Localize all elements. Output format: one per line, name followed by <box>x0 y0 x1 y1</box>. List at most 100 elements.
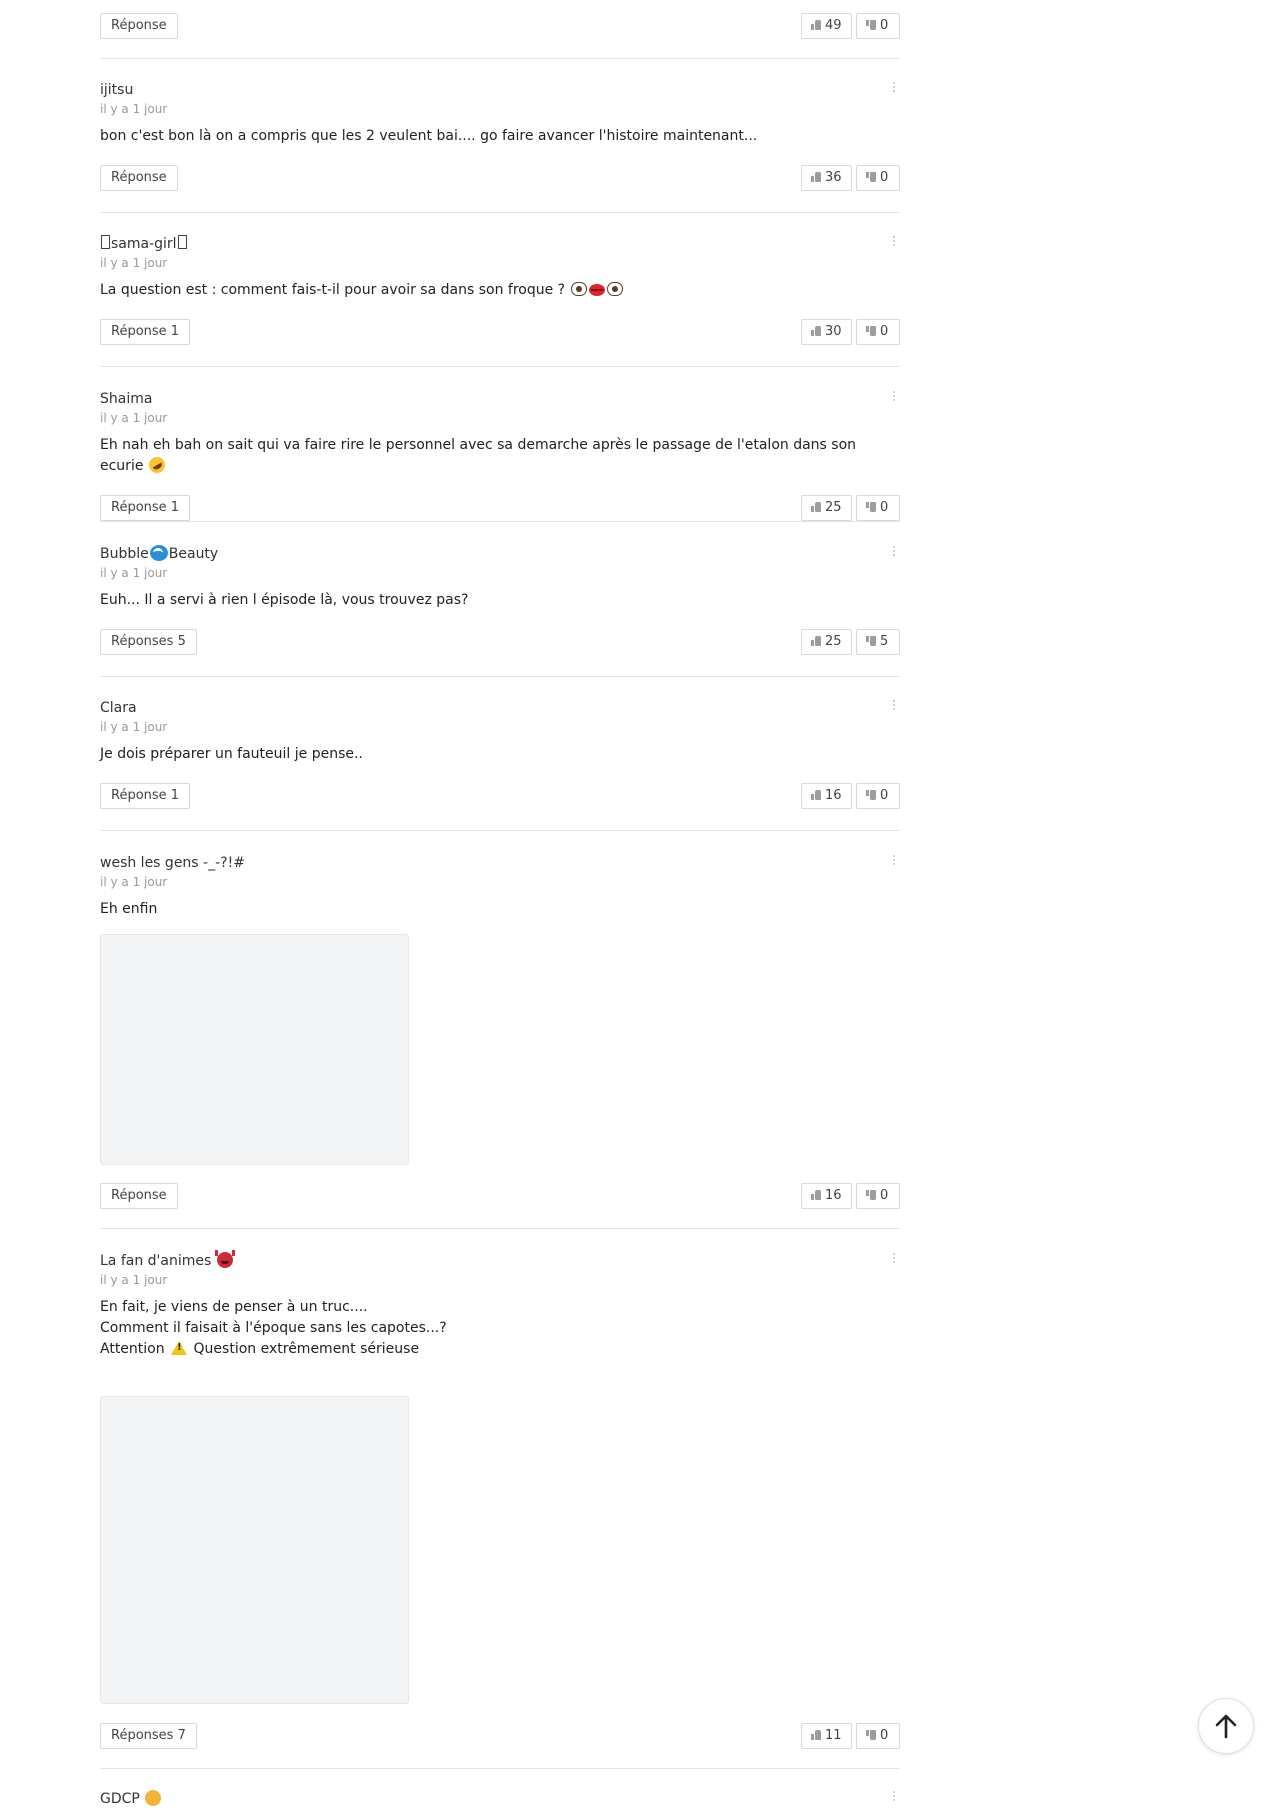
dislike-button[interactable]: 0 <box>856 165 900 191</box>
comment-author[interactable]: Clara <box>100 700 137 716</box>
more-options-icon[interactable] <box>888 1252 900 1266</box>
comment-actions: Réponses 5 25 5 <box>100 629 900 655</box>
back-to-top-button[interactable] <box>1198 1698 1254 1754</box>
comment-actions: Réponse 36 0 <box>100 165 900 191</box>
comment-timestamp: il y a 1 jour <box>100 566 168 580</box>
comment-text: Je dois préparer un fauteuil je pense.. <box>100 746 363 762</box>
wave-emoji-icon <box>149 545 168 561</box>
dislike-count: 0 <box>880 18 889 33</box>
arrow-up-icon <box>1215 1714 1237 1739</box>
comment-item: ijitsu il y a 1 jour bon c'est bon là on… <box>100 79 900 191</box>
cat-emoji-icon <box>145 1790 162 1806</box>
comment-timestamp: il y a 1 jour <box>100 720 168 734</box>
dislike-count: 5 <box>880 634 889 649</box>
thumbs-down-icon <box>866 1730 877 1740</box>
like-button[interactable]: 11 <box>801 1723 852 1749</box>
thumbs-up-icon <box>811 172 822 182</box>
reply-button[interactable]: Réponse 1 <box>100 319 191 345</box>
comment-author[interactable]: La fan d'animes <box>100 1250 235 1269</box>
like-count: 25 <box>825 500 842 515</box>
like-count: 49 <box>825 18 842 33</box>
thumbs-down-icon <box>866 636 877 646</box>
divider <box>100 366 900 367</box>
dislike-button[interactable]: 0 <box>856 783 900 809</box>
divider <box>100 58 900 59</box>
comment-item: sama-girl il y a 1 jour La question est … <box>100 233 900 345</box>
more-options-icon[interactable] <box>888 81 900 95</box>
comment-item: La fan d'animes il y a 1 jour En fait, j… <box>100 1250 900 1749</box>
comment-text: Euh... Il a servi à rien l épisode là, v… <box>100 592 469 608</box>
comment-author[interactable]: sama-girl <box>100 235 188 252</box>
eye-emoji-icon <box>570 282 587 296</box>
more-options-icon[interactable] <box>888 235 900 249</box>
thumbs-up-icon <box>811 20 822 30</box>
dislike-button[interactable]: 0 <box>856 1183 900 1209</box>
comment-actions: Réponse 16 0 <box>100 1183 900 1209</box>
reply-button[interactable]: Réponses 7 <box>100 1723 197 1749</box>
comment-actions: Réponse 1 25 0 <box>100 495 900 521</box>
comment-author[interactable]: Bubble Beauty <box>100 545 218 562</box>
like-button[interactable]: 16 <box>801 1183 852 1209</box>
comment-item: wesh les gens -_-?!# il y a 1 jour Eh en… <box>100 852 900 1209</box>
dislike-button[interactable]: 0 <box>856 1723 900 1749</box>
dislike-count: 0 <box>880 500 889 515</box>
like-button[interactable]: 30 <box>801 319 852 345</box>
like-button[interactable]: 49 <box>801 13 852 39</box>
comment-author[interactable]: ijitsu <box>100 82 133 98</box>
more-options-icon[interactable] <box>888 390 900 404</box>
reply-button[interactable]: Réponse <box>100 13 178 39</box>
more-options-icon[interactable] <box>888 545 900 559</box>
warning-emoji-icon <box>171 1341 188 1355</box>
comment-timestamp: il y a 1 jour <box>100 102 168 116</box>
thumbs-up-icon <box>811 502 822 512</box>
dislike-button[interactable]: 0 <box>856 495 900 521</box>
comment-image-placeholder[interactable] <box>100 934 409 1165</box>
like-button[interactable]: 36 <box>801 165 852 191</box>
comment-author[interactable]: Shaima <box>100 391 152 407</box>
like-count: 36 <box>825 170 842 185</box>
comment-image-placeholder[interactable] <box>100 1396 409 1704</box>
thumbs-up-icon <box>811 326 822 336</box>
dislike-button[interactable]: 0 <box>856 13 900 39</box>
reply-button[interactable]: Réponse <box>100 1183 178 1209</box>
comment-timestamp: il y a 1 jour <box>100 256 168 270</box>
more-options-icon[interactable] <box>888 699 900 713</box>
thumbs-up-icon <box>811 1190 822 1200</box>
comment-actions: Réponses 7 11 0 <box>100 1723 900 1749</box>
thumbs-down-icon <box>866 790 877 800</box>
like-button[interactable]: 25 <box>801 495 852 521</box>
comment-actions: Réponse 1 30 0 <box>100 319 900 345</box>
divider <box>100 1768 900 1769</box>
more-options-icon[interactable] <box>888 1790 900 1804</box>
like-count: 30 <box>825 324 842 339</box>
reply-button[interactable]: Réponse <box>100 165 178 191</box>
comment-text: La question est : comment fais-t-il pour… <box>100 280 900 301</box>
divider <box>100 676 900 677</box>
comment-author[interactable]: wesh les gens -_-?!# <box>100 855 245 871</box>
comment-author[interactable]: GDCP <box>100 1790 162 1807</box>
dislike-button[interactable]: 0 <box>856 319 900 345</box>
divider <box>100 521 900 522</box>
reply-button[interactable]: Réponse 1 <box>100 495 191 521</box>
reply-button[interactable]: Réponses 5 <box>100 629 197 655</box>
like-button[interactable]: 16 <box>801 783 852 809</box>
rofl-emoji-icon <box>145 454 168 476</box>
thumbs-up-icon <box>811 1730 822 1740</box>
comment-text: Eh enfin <box>100 901 158 917</box>
comment-item: Clara il y a 1 jour Je dois préparer un … <box>100 697 900 809</box>
more-options-icon[interactable] <box>888 854 900 868</box>
reply-button[interactable]: Réponse 1 <box>100 783 191 809</box>
dislike-button[interactable]: 5 <box>856 629 900 655</box>
comment-timestamp: il y a 1 jour <box>100 875 168 889</box>
thumbs-up-icon <box>811 790 822 800</box>
missing-glyph-icon <box>101 235 110 249</box>
thumbs-down-icon <box>866 502 877 512</box>
comment-item: Bubble Beauty il y a 1 jour Euh... Il a s… <box>100 543 900 655</box>
dislike-count: 0 <box>880 170 889 185</box>
like-count: 16 <box>825 1188 842 1203</box>
comment-text: bon c'est bon là on a compris que les 2 … <box>100 128 758 144</box>
lips-emoji-icon <box>588 284 605 296</box>
eye-emoji-icon <box>606 282 623 296</box>
comment-actions: Réponse 1 16 0 <box>100 783 900 809</box>
like-button[interactable]: 25 <box>801 629 852 655</box>
